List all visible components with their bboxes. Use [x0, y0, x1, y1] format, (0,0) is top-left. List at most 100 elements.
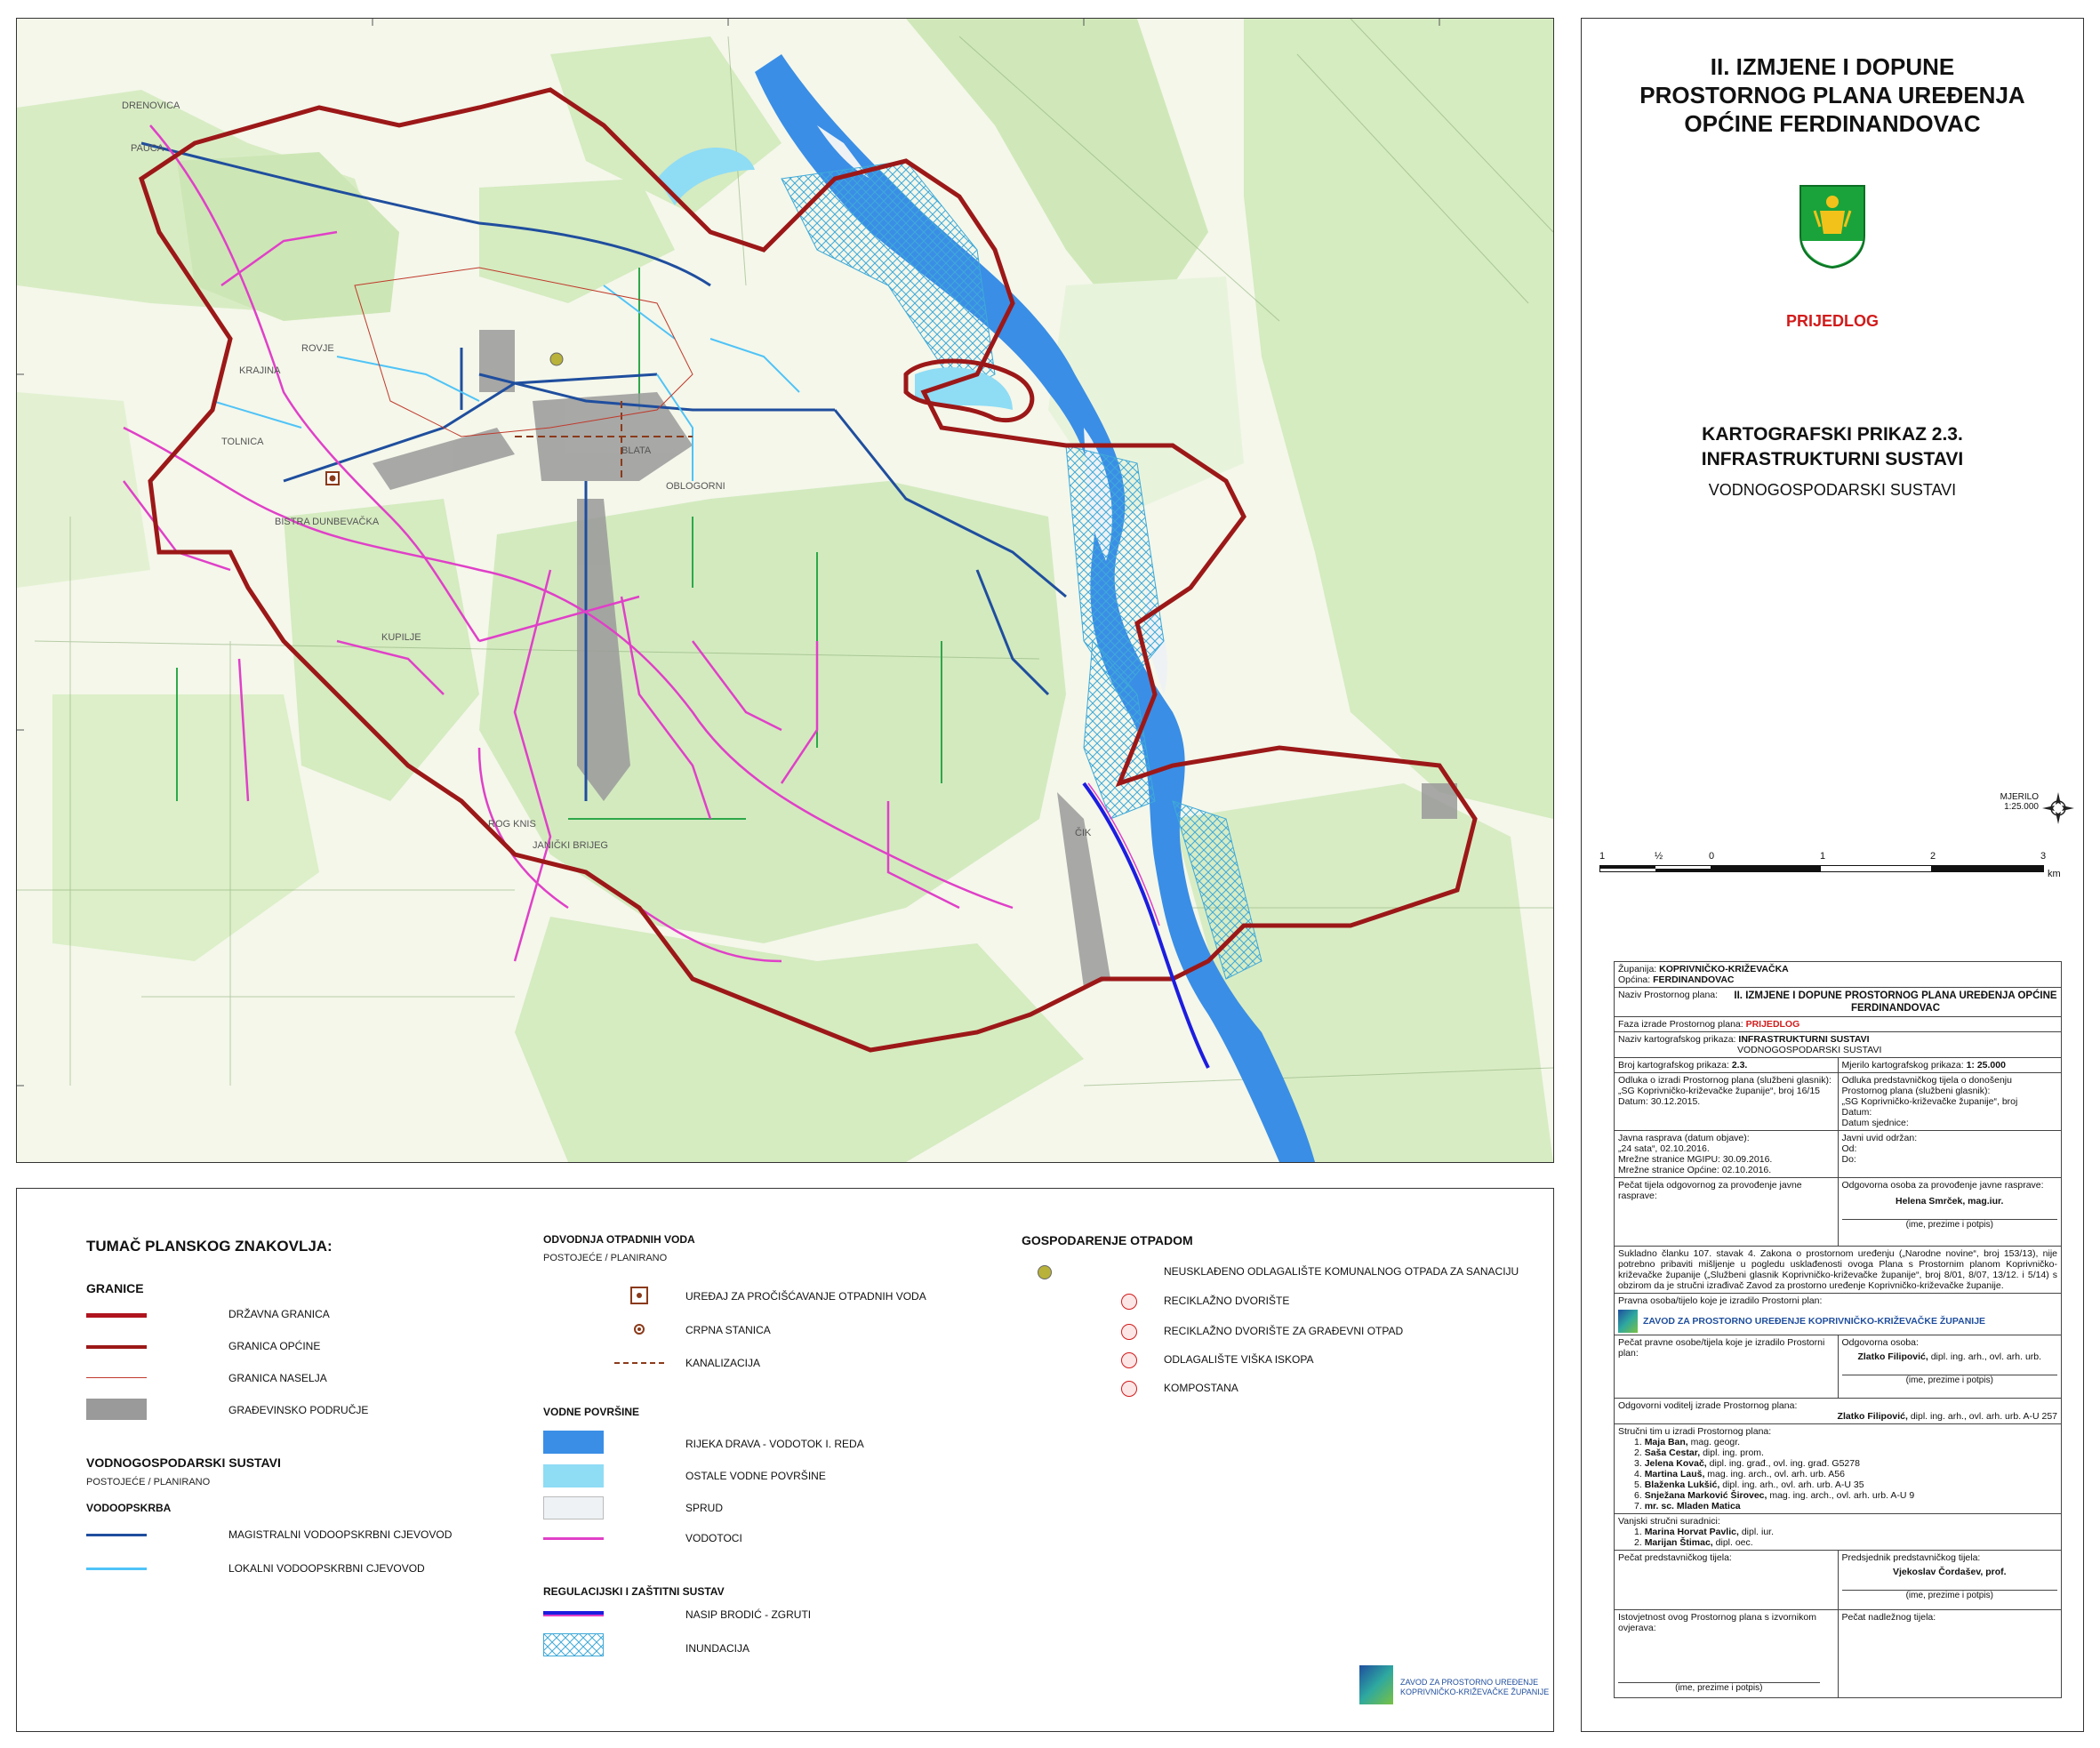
- legend-label: VODOTOCI: [685, 1532, 742, 1544]
- legend-heading-odvodnja: ODVODNJA OTPADNIH VODA: [543, 1233, 695, 1246]
- magistral-pipe-swatch: [86, 1534, 147, 1536]
- odgovorna-osoba-label: Odgovorna osoba:: [1841, 1337, 1919, 1348]
- map-title-line: INFRASTRUKTURNI SUSTAVI: [1701, 449, 1964, 469]
- voditelj-name: Zlatko Filipović,: [1837, 1411, 1908, 1422]
- faza-label: Faza izrade Prostornog plana:: [1618, 1019, 1743, 1030]
- signature-caption: (ime, prezime i potpis): [1841, 1219, 2057, 1231]
- mjerilo-label: Mjerilo kartografskog prikaza:: [1841, 1060, 1964, 1070]
- legend-heading-vodne: VODNE POVRŠINE: [543, 1406, 640, 1418]
- odluka-donosenju-date: Datum:: [1841, 1107, 1872, 1118]
- external-member: 2. Marijan Štimac, dipl. oec.: [1634, 1537, 1753, 1548]
- settlement-border-swatch: [86, 1377, 147, 1378]
- legend-label: GRANICA OPĆINE: [228, 1340, 321, 1352]
- legend-label: RIJEKA DRAVA - VODOTOK I. REDA: [685, 1438, 864, 1450]
- legend-label: INUNDACIJA: [685, 1642, 750, 1655]
- rasprava-opcina: Mrežne stranice Općine: 02.10.2016.: [1618, 1165, 1772, 1175]
- rasprava-mgipu: Mrežne stranice MGIPU: 30.09.2016.: [1618, 1154, 1773, 1165]
- row-istovjetnost: Istovjetnost ovog Prostornog plana s izv…: [1615, 1610, 2061, 1697]
- external-member: 1. Marina Horvat Pavlic, dipl. iur.: [1634, 1527, 1775, 1537]
- odgovorna-osoba-name: Zlatko Filipović,: [1857, 1351, 1928, 1362]
- strucni-tim-label: Stručni tim u izradi Prostornog plana:: [1618, 1426, 1772, 1437]
- construction-recycling-icon: [1121, 1324, 1137, 1340]
- legend-subheading: POSTOJEĆE / PLANIRANO: [86, 1477, 211, 1487]
- odluka-donosenju-label: Odluka predstavničkog tijela o donošenju…: [1841, 1075, 2012, 1096]
- naziv-prikaza-value: INFRASTRUKTURNI SUSTAVI: [1738, 1034, 1870, 1045]
- vanjski-label: Vanjski stručni suradnici:: [1618, 1516, 1720, 1527]
- team-member: 6. Snježana Marković Širovec, mag. ing. …: [1634, 1490, 1915, 1501]
- pravna-osoba-name: ZAVOD ZA PROSTORNO UREĐENJE KOPRIVNIČKO-…: [1643, 1316, 1986, 1327]
- map-title: KARTOGRAFSKI PRIKAZ 2.3. INFRASTRUKTURNI…: [1582, 422, 2083, 472]
- legend-label: KANALIZACIJA: [685, 1357, 761, 1369]
- recycling-yard-icon: [1121, 1294, 1137, 1310]
- voditelj-label: Odgovorni voditelj izrade Prostornog pla…: [1618, 1400, 1798, 1411]
- map-subtitle: VODNOGOSPODARSKI SUSTAVI: [1708, 481, 1957, 499]
- opcina-label: Općina:: [1618, 974, 1651, 985]
- rasprava-value: „24 sata“, 02.10.2016.: [1618, 1143, 1710, 1154]
- treatment-plant-symbol[interactable]: [325, 471, 340, 485]
- legend-heading-regulacija: REGULACIJSKI I ZAŠTITNI SUSTAV: [543, 1585, 725, 1598]
- plan-title: II. IZMJENE I DOPUNE PROSTORNOG PLANA UR…: [1582, 52, 2083, 138]
- scale-tick: 1: [1599, 851, 1606, 862]
- naziv-prikaza-label: Naziv kartografskog prikaza:: [1618, 1034, 1736, 1045]
- odgovorna-rasprava-name: Helena Smrček, mag.iur.: [1896, 1196, 2004, 1207]
- scale-bar-frame: [1599, 865, 2044, 872]
- uvid-do: Do:: [1841, 1154, 1856, 1165]
- institute-logo-text: ZAVOD ZA PROSTORNO UREĐENJE KOPRIVNIČKO-…: [1400, 1678, 1549, 1697]
- predsjednik-label: Predsjednik predstavničkog tijela:: [1841, 1552, 1981, 1563]
- odluka-izradi-value: „SG Koprivničko-križevačke županije“, br…: [1618, 1086, 1821, 1096]
- legend-label: KOMPOSTANA: [1164, 1382, 1238, 1394]
- team-member: 2. Saša Cestar, dipl. ing. prom.: [1634, 1447, 1764, 1458]
- scale-label: MJERILO: [2000, 792, 2039, 802]
- local-pipe-swatch: [86, 1568, 147, 1570]
- legend-subheading: POSTOJEĆE / PLANIRANO: [543, 1253, 668, 1263]
- signature-caption: (ime, prezime i potpis): [1618, 1682, 1820, 1694]
- place-label: BLATA: [621, 445, 652, 456]
- row-broj-mjerilo: Broj kartografskog prikaza: 2.3. Mjerilo…: [1615, 1058, 2061, 1073]
- place-label: BISTRA DUNBEVAČKA: [275, 517, 380, 527]
- pecat-pravne-label: Pečat pravne osobe/tijela koje je izradi…: [1615, 1335, 1839, 1398]
- legend-label: SPRUD: [685, 1502, 724, 1514]
- signature-caption: (ime, prezime i potpis): [1841, 1375, 2057, 1386]
- scale-bar: 1 ½ 0 1 2 3 km: [1599, 851, 2062, 886]
- place-label: ČIK: [1075, 828, 1092, 838]
- plan-title-line: II. IZMJENE I DOPUNE: [1710, 53, 1955, 80]
- team-member: 7. mr. sc. Mladen Matica: [1634, 1501, 1741, 1511]
- pump-station-icon: [634, 1324, 645, 1335]
- legend-label: GRANICA NASELJA: [228, 1372, 327, 1384]
- team-member: 4. Martina Lauš, mag. ing. arch., ovl. a…: [1634, 1469, 1845, 1479]
- place-label: JANIČKI BRIJEG: [533, 840, 608, 851]
- odluka-izradi-label: Odluka o izradi Prostornog plana (službe…: [1618, 1075, 1831, 1086]
- istovjetnost-label: Istovjetnost ovog Prostornog plana s izv…: [1618, 1612, 1816, 1633]
- naziv-plana-value: II. IZMJENE I DOPUNE PROSTORNOG PLANA UR…: [1734, 990, 2057, 1014]
- row-odluke: Odluka o izradi Prostornog plana (službe…: [1615, 1073, 2061, 1131]
- faza-value: PRIJEDLOG: [1745, 1019, 1800, 1030]
- waste-site-symbol[interactable]: [549, 352, 564, 366]
- voditelj-title: dipl. ing. arh., ovl. arh. urb. A-U 257: [1910, 1411, 2057, 1422]
- sandbar-swatch: [543, 1496, 604, 1519]
- plan-title-line: OPĆINE FERDINANDOVAC: [1684, 110, 1981, 137]
- legend-label: NEUSKLAĐENO ODLAGALIŠTE KOMUNALNOG OTPAD…: [1164, 1265, 1519, 1278]
- legend-label: MAGISTRALNI VODOOPSKRBNI CJEVOVOD: [228, 1528, 453, 1541]
- team-member: 5. Blaženka Lukšić, dipl. ing. arh., ovl…: [1634, 1479, 1864, 1490]
- legend-heading-granice: GRANICE: [86, 1281, 144, 1295]
- embankment-swatch: [543, 1611, 604, 1616]
- plan-title-line: PROSTORNOG PLANA UREĐENJA: [1639, 82, 2025, 108]
- legend-heading-vodno: VODNOGOSPODARSKI SUSTAVI: [86, 1455, 281, 1470]
- rasprava-label: Javna rasprava (datum objave):: [1618, 1133, 1750, 1143]
- broj-value: 2.3.: [1731, 1060, 1748, 1070]
- legend-label: UREĐAJ ZA PROČIŠĆAVANJE OTPADNIH VODA: [685, 1290, 926, 1303]
- map-canvas[interactable]: DRENOVICA PAUCA KRAJINA ROVJE TOLNICA BI…: [16, 18, 1554, 1163]
- scale-caption: MJERILO 1:25.000: [1968, 792, 2039, 812]
- place-label: OBLOGORNI: [666, 481, 725, 492]
- legend-label: GRAĐEVINSKO PODRUČJE: [228, 1404, 369, 1416]
- building-zone-swatch: [86, 1399, 147, 1420]
- waterway-swatch: [543, 1537, 604, 1540]
- sewer-swatch: [614, 1362, 664, 1364]
- inundation-swatch: [543, 1633, 604, 1656]
- north-arrow-icon: [2042, 792, 2074, 824]
- team-member: 3. Jelena Kovač, dipl. ing. građ., ovl. …: [1634, 1458, 1860, 1469]
- legend-label: NASIP BRODIĆ - ZGRUTI: [685, 1608, 812, 1621]
- uvid-label: Javni uvid održan:: [1841, 1133, 1918, 1143]
- scale-tick: ½: [1655, 851, 1663, 862]
- row-pravna-osoba: Pravna osoba/tijelo koje je izradilo Pro…: [1615, 1294, 2061, 1335]
